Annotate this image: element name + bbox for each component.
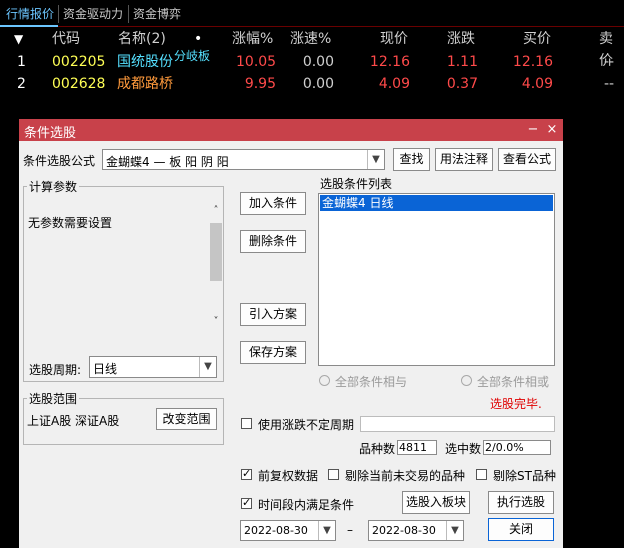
price: 4.09 <box>378 76 410 92</box>
chevron-down-icon[interactable]: ▼ <box>318 521 335 540</box>
use-variable-period-label: 使用涨跌不定周期 <box>258 418 355 432</box>
col-header-ask[interactable]: 卖价 <box>599 28 624 69</box>
condition-list[interactable]: 金蝴蝶4 日线 <box>318 193 555 366</box>
check-icon: ✓ <box>242 467 252 480</box>
params-text: 无参数需要设置 <box>28 216 113 230</box>
pre-adjust-checkbox[interactable]: ✓ <box>241 467 252 480</box>
chevron-down-icon[interactable]: ˅ <box>209 316 223 327</box>
change-pct: 9.95 <box>244 76 276 92</box>
stock-code[interactable]: 002205 <box>52 51 105 73</box>
stock-name[interactable]: 成都路桥 <box>117 73 173 95</box>
progress-bar <box>360 416 555 432</box>
date-to-value: 2022-08-30 <box>372 524 436 537</box>
chevron-up-icon[interactable]: ˄ <box>209 205 223 216</box>
chevron-down-icon[interactable]: ▼ <box>367 150 384 169</box>
formula-select[interactable]: 金蝴蝶4 — 板 阳 阴 阳 ▼ <box>102 149 385 170</box>
tab-capital-game[interactable]: 资金博弈 <box>130 4 184 24</box>
status-text: 选股完毕. <box>490 397 542 411</box>
close-button[interactable]: 关闭 <box>488 518 554 541</box>
col-header-change[interactable]: 涨跌 <box>447 28 475 50</box>
radio-and[interactable] <box>319 375 330 386</box>
speed: 0.00 <box>302 76 334 92</box>
exclude-st-checkbox[interactable] <box>476 469 487 480</box>
delete-condition-button[interactable]: 删除条件 <box>240 230 306 253</box>
change: 1.11 <box>446 54 478 70</box>
params-group-label: 计算参数 <box>27 178 80 195</box>
time-range-label: 时间段内满足条件 <box>258 498 355 512</box>
stock-tag: 分岐板 <box>174 49 211 63</box>
import-plan-button[interactable]: 引入方案 <box>240 303 306 326</box>
active-tab-indicator <box>0 25 58 27</box>
selected-count-label: 选中数 <box>445 442 482 456</box>
row-index: 2 <box>17 76 26 92</box>
execute-select-button[interactable]: 执行选股 <box>488 491 554 514</box>
price: 12.16 <box>369 54 410 70</box>
tab-divider <box>128 5 129 23</box>
params-scrollbar[interactable]: ˄ ˅ <box>209 205 223 330</box>
select-to-block-button[interactable]: 选股入板块 <box>402 491 470 514</box>
scrollbar-thumb[interactable] <box>210 223 222 281</box>
radio-and-label: 全部条件相与 <box>335 375 408 389</box>
date-to-picker[interactable]: 2022-08-30 ▼ <box>368 520 464 541</box>
time-range-checkbox[interactable]: ✓ <box>241 496 252 509</box>
add-condition-button[interactable]: 加入条件 <box>240 192 306 215</box>
formula-value: 金蝴蝶4 — 板 阳 阴 阳 <box>106 155 229 169</box>
use-variable-period-checkbox[interactable] <box>241 418 252 429</box>
condition-list-label: 选股条件列表 <box>320 177 393 191</box>
date-separator: – <box>347 523 353 537</box>
speed: 0.00 <box>302 54 334 70</box>
bid-price: 4.09 <box>521 76 553 92</box>
stock-count: 4811 <box>397 440 437 455</box>
row-index: 1 <box>17 54 26 70</box>
dialog-title: 条件选股 <box>24 126 77 141</box>
tab-divider <box>58 5 59 23</box>
list-item[interactable]: 金蝴蝶4 日线 <box>320 195 553 211</box>
usage-notes-button[interactable]: 用法注释 <box>435 148 493 171</box>
check-icon: ✓ <box>242 496 252 509</box>
minimize-icon[interactable]: − <box>524 120 542 140</box>
exclude-st-label: 剔除ST品种 <box>493 469 556 483</box>
save-plan-button[interactable]: 保存方案 <box>240 341 306 364</box>
period-select[interactable]: 日线 ▼ <box>89 356 217 378</box>
col-header-name[interactable]: 名称(2) <box>118 28 166 50</box>
bid-price: 12.16 <box>512 54 553 70</box>
col-header-price[interactable]: 现价 <box>380 28 408 50</box>
col-header-bid[interactable]: 买价 <box>523 28 551 50</box>
change: 0.37 <box>446 76 478 92</box>
period-label: 选股周期: <box>29 363 82 377</box>
stock-code[interactable]: 002628 <box>52 73 105 95</box>
scope-text: 上证A股 深证A股 <box>27 414 120 428</box>
col-header-speed[interactable]: 涨速% <box>290 28 331 50</box>
date-from-picker[interactable]: 2022-08-30 ▼ <box>240 520 336 541</box>
exclude-untraded-label: 剔除当前未交易的品种 <box>345 469 466 483</box>
change-pct: 10.05 <box>236 54 277 70</box>
radio-or-label: 全部条件相或 <box>477 375 550 389</box>
chevron-down-icon[interactable]: ▼ <box>199 357 216 377</box>
change-scope-button[interactable]: 改变范围 <box>156 408 217 430</box>
exclude-untraded-checkbox[interactable] <box>328 469 339 480</box>
dialog-titlebar[interactable]: 条件选股 − × <box>19 119 563 141</box>
selected-count: 2/0.0% <box>483 440 551 455</box>
ask-price: -- <box>604 76 615 92</box>
sort-marker-icon[interactable]: ▼ <box>14 28 23 50</box>
period-value: 日线 <box>93 362 118 376</box>
find-button[interactable]: 查找 <box>393 148 430 171</box>
tab-quotes[interactable]: 行情报价 <box>3 4 57 24</box>
col-header-change-pct[interactable]: 涨幅% <box>232 28 273 50</box>
close-icon[interactable]: × <box>543 120 561 140</box>
pre-adjust-label: 前复权数据 <box>258 469 319 483</box>
ask-price: -- <box>604 54 615 70</box>
scope-group-label: 选股范围 <box>27 390 80 407</box>
stock-count-label: 品种数 <box>359 442 396 456</box>
radio-or[interactable] <box>461 375 472 386</box>
date-from-value: 2022-08-30 <box>244 524 308 537</box>
col-header-code[interactable]: 代码 <box>52 28 80 50</box>
view-formula-button[interactable]: 查看公式 <box>498 148 556 171</box>
condition-select-dialog: 条件选股 − × 条件选股公式 金蝴蝶4 — 板 阳 阴 阳 ▼ 查找 用法注释… <box>19 119 563 548</box>
tab-capital-drive[interactable]: 资金驱动力 <box>60 4 126 24</box>
stock-name[interactable]: 国统股份 <box>117 51 173 73</box>
chevron-down-icon[interactable]: ▼ <box>446 521 463 540</box>
formula-label: 条件选股公式 <box>23 154 96 168</box>
